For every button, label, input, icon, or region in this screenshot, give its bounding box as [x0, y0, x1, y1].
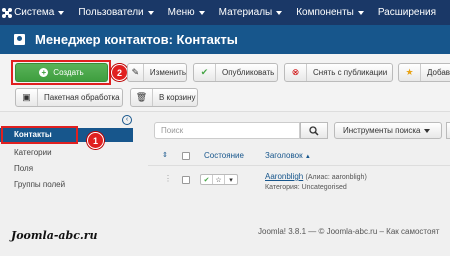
page-title: Менеджер контактов: Контакты: [35, 32, 238, 47]
unpublish-button[interactable]: ⊗ Снять с публикации: [284, 63, 393, 82]
sidebar-item-fields[interactable]: Поля: [14, 164, 33, 173]
contact-category: Категория: Uncategorised: [265, 184, 347, 191]
contact-icon: [14, 34, 25, 45]
toolbar: + Создать 2 ✎ Изменить ✔ Опубликовать ⊗ …: [0, 54, 450, 112]
sidebar: ‹ Контакты 1 Категории Поля Группы полей: [0, 112, 140, 222]
drag-handle-icon[interactable]: ⋮: [164, 174, 172, 183]
nav-menu-system[interactable]: Система: [14, 7, 65, 18]
edit-icon: ✎: [128, 64, 144, 81]
search-button[interactable]: [300, 122, 328, 139]
batch-button[interactable]: ▣ Пакетная обработка: [15, 88, 123, 107]
highlight-contacts: [1, 126, 78, 144]
search-input[interactable]: Поиск: [154, 122, 300, 139]
select-all-checkbox[interactable]: [182, 152, 190, 160]
featured-star-icon[interactable]: ☆: [213, 175, 225, 184]
chevron-down-icon: [58, 10, 65, 15]
edit-button-label: Изменить: [149, 68, 186, 77]
status-buttons: ✔ ☆ ▾: [200, 174, 238, 185]
batch-button-label: Пакетная обработка: [44, 93, 120, 102]
step-badge-1: 1: [87, 132, 104, 149]
actions-dropdown-icon[interactable]: ▾: [225, 175, 237, 184]
nav-menu-menus[interactable]: Меню: [168, 7, 205, 18]
collapse-sidebar-icon[interactable]: ‹: [122, 115, 132, 125]
contact-link[interactable]: Aaronbligh: [265, 172, 303, 181]
edit-button[interactable]: ✎ Изменить: [127, 63, 187, 82]
divider: [148, 165, 450, 166]
ordering-icon[interactable]: ⇕: [162, 151, 168, 159]
chevron-down-icon: [357, 10, 364, 15]
nav-menu-users[interactable]: Пользователи: [78, 7, 154, 18]
highlight-create: [11, 60, 111, 85]
main-content: Поиск Инструменты поиска ⇕ Состояние Заг…: [148, 112, 450, 222]
trash-button-label: В корзину: [159, 93, 196, 102]
joomla-logo-icon[interactable]: [0, 0, 14, 25]
nav-menu-content[interactable]: Материалы: [219, 7, 283, 18]
column-title-label: Заголовок: [265, 151, 303, 160]
table-header: ⇕ Состояние Заголовок ▲: [148, 148, 450, 164]
trash-icon: 🗑: [131, 89, 153, 106]
featured-button[interactable]: ★ Добави: [398, 63, 450, 82]
row-checkbox[interactable]: [182, 176, 190, 184]
sidebar-item-field-groups[interactable]: Группы полей: [14, 180, 65, 189]
publish-button[interactable]: ✔ Опубликовать: [193, 63, 278, 82]
column-status[interactable]: Состояние: [204, 151, 244, 160]
clear-button[interactable]: [446, 122, 450, 139]
star-icon: ★: [399, 64, 421, 81]
chevron-down-icon: [198, 10, 205, 15]
search-icon: [309, 125, 319, 136]
unpublish-icon: ⊗: [285, 64, 307, 81]
unpublish-button-label: Снять с публикации: [313, 68, 388, 77]
search-tools-label: Инструменты поиска: [343, 126, 421, 135]
search-tools-button[interactable]: Инструменты поиска: [334, 122, 442, 139]
check-icon: ✔: [194, 64, 216, 81]
page-header: Менеджер контактов: Контакты: [0, 25, 450, 54]
chevron-down-icon: [276, 10, 283, 15]
top-navbar: Система Пользователи Меню Материалы Комп…: [0, 0, 450, 25]
chevron-down-icon: [424, 128, 431, 133]
table-row-title: Aaronbligh (Алиас: aaronbligh): [265, 172, 367, 181]
published-check-icon[interactable]: ✔: [201, 175, 213, 184]
chevron-down-icon: [147, 10, 154, 15]
contact-alias: (Алиас: aaronbligh): [305, 174, 367, 181]
column-title[interactable]: Заголовок ▲: [265, 151, 311, 160]
featured-button-label: Добави: [427, 68, 450, 77]
nav-menu-extensions[interactable]: Расширения: [378, 7, 436, 18]
footer-copyright: Joomla! 3.8.1 — © Joomla-abc.ru – Как са…: [258, 227, 440, 236]
nav-menu-components[interactable]: Компоненты: [296, 7, 364, 18]
sidebar-item-categories[interactable]: Категории: [14, 148, 52, 157]
sort-asc-icon: ▲: [304, 154, 311, 160]
trash-button[interactable]: 🗑 В корзину: [130, 88, 198, 107]
step-badge-2: 2: [111, 64, 128, 81]
footer: Joomla-abc.ru Joomla! 3.8.1 — © Joomla-a…: [0, 222, 450, 256]
site-brand: Joomla-abc.ru: [11, 229, 98, 242]
batch-icon: ▣: [16, 89, 38, 106]
publish-button-label: Опубликовать: [222, 68, 275, 77]
